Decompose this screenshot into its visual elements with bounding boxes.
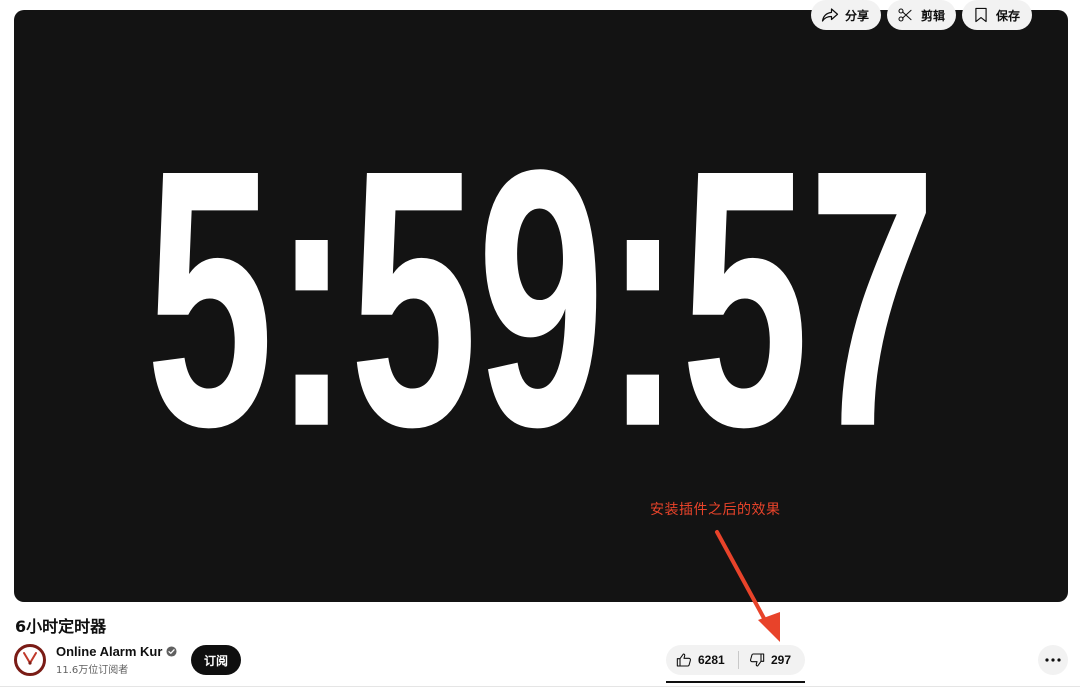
dislike-button[interactable]: 297 [739,645,791,675]
countdown-timer-text: 5:59:57 [146,93,936,502]
clip-label: 剪辑 [921,8,946,23]
video-player[interactable]: 5:59:57 [14,10,1068,602]
more-actions-button[interactable] [1038,645,1068,675]
dislike-count: 297 [771,653,792,667]
video-title: 6小时定时器 [15,617,107,636]
clip-button[interactable]: 剪辑 [887,0,956,30]
like-underline [666,681,805,683]
thumbs-down-icon [750,653,765,667]
like-dislike-group: 6281 297 [666,645,805,675]
like-count: 6281 [698,653,725,667]
bottom-divider [0,686,1080,687]
scissors-icon [898,8,912,22]
countdown-display: 5:59:57 [14,10,1068,602]
subscriber-count: 11.6万位订阅者 [56,665,129,676]
countdown-timer-svg: 5:59:57 [146,93,936,502]
share-arrow-icon [821,8,839,22]
clock-logo-icon [18,648,42,672]
save-button[interactable]: 保存 [962,0,1032,30]
annotation-label: 安装插件之后的效果 [650,502,781,518]
save-label: 保存 [996,8,1021,23]
share-label: 分享 [845,8,870,23]
like-button[interactable]: 6281 [666,645,738,675]
subscribe-button[interactable]: 订阅 [191,645,241,675]
verified-check-icon [166,646,177,657]
channel-owner: Online Alarm Kur 11.6万位订阅者 [14,642,177,678]
thumbs-up-icon [676,653,691,667]
more-horizontal-icon [1045,658,1061,662]
channel-name[interactable]: Online Alarm Kur [56,644,162,659]
channel-avatar[interactable] [14,644,46,676]
channel-info: Online Alarm Kur 11.6万位订阅者 [56,644,177,676]
share-button[interactable]: 分享 [811,0,881,30]
bookmark-icon [975,7,987,23]
